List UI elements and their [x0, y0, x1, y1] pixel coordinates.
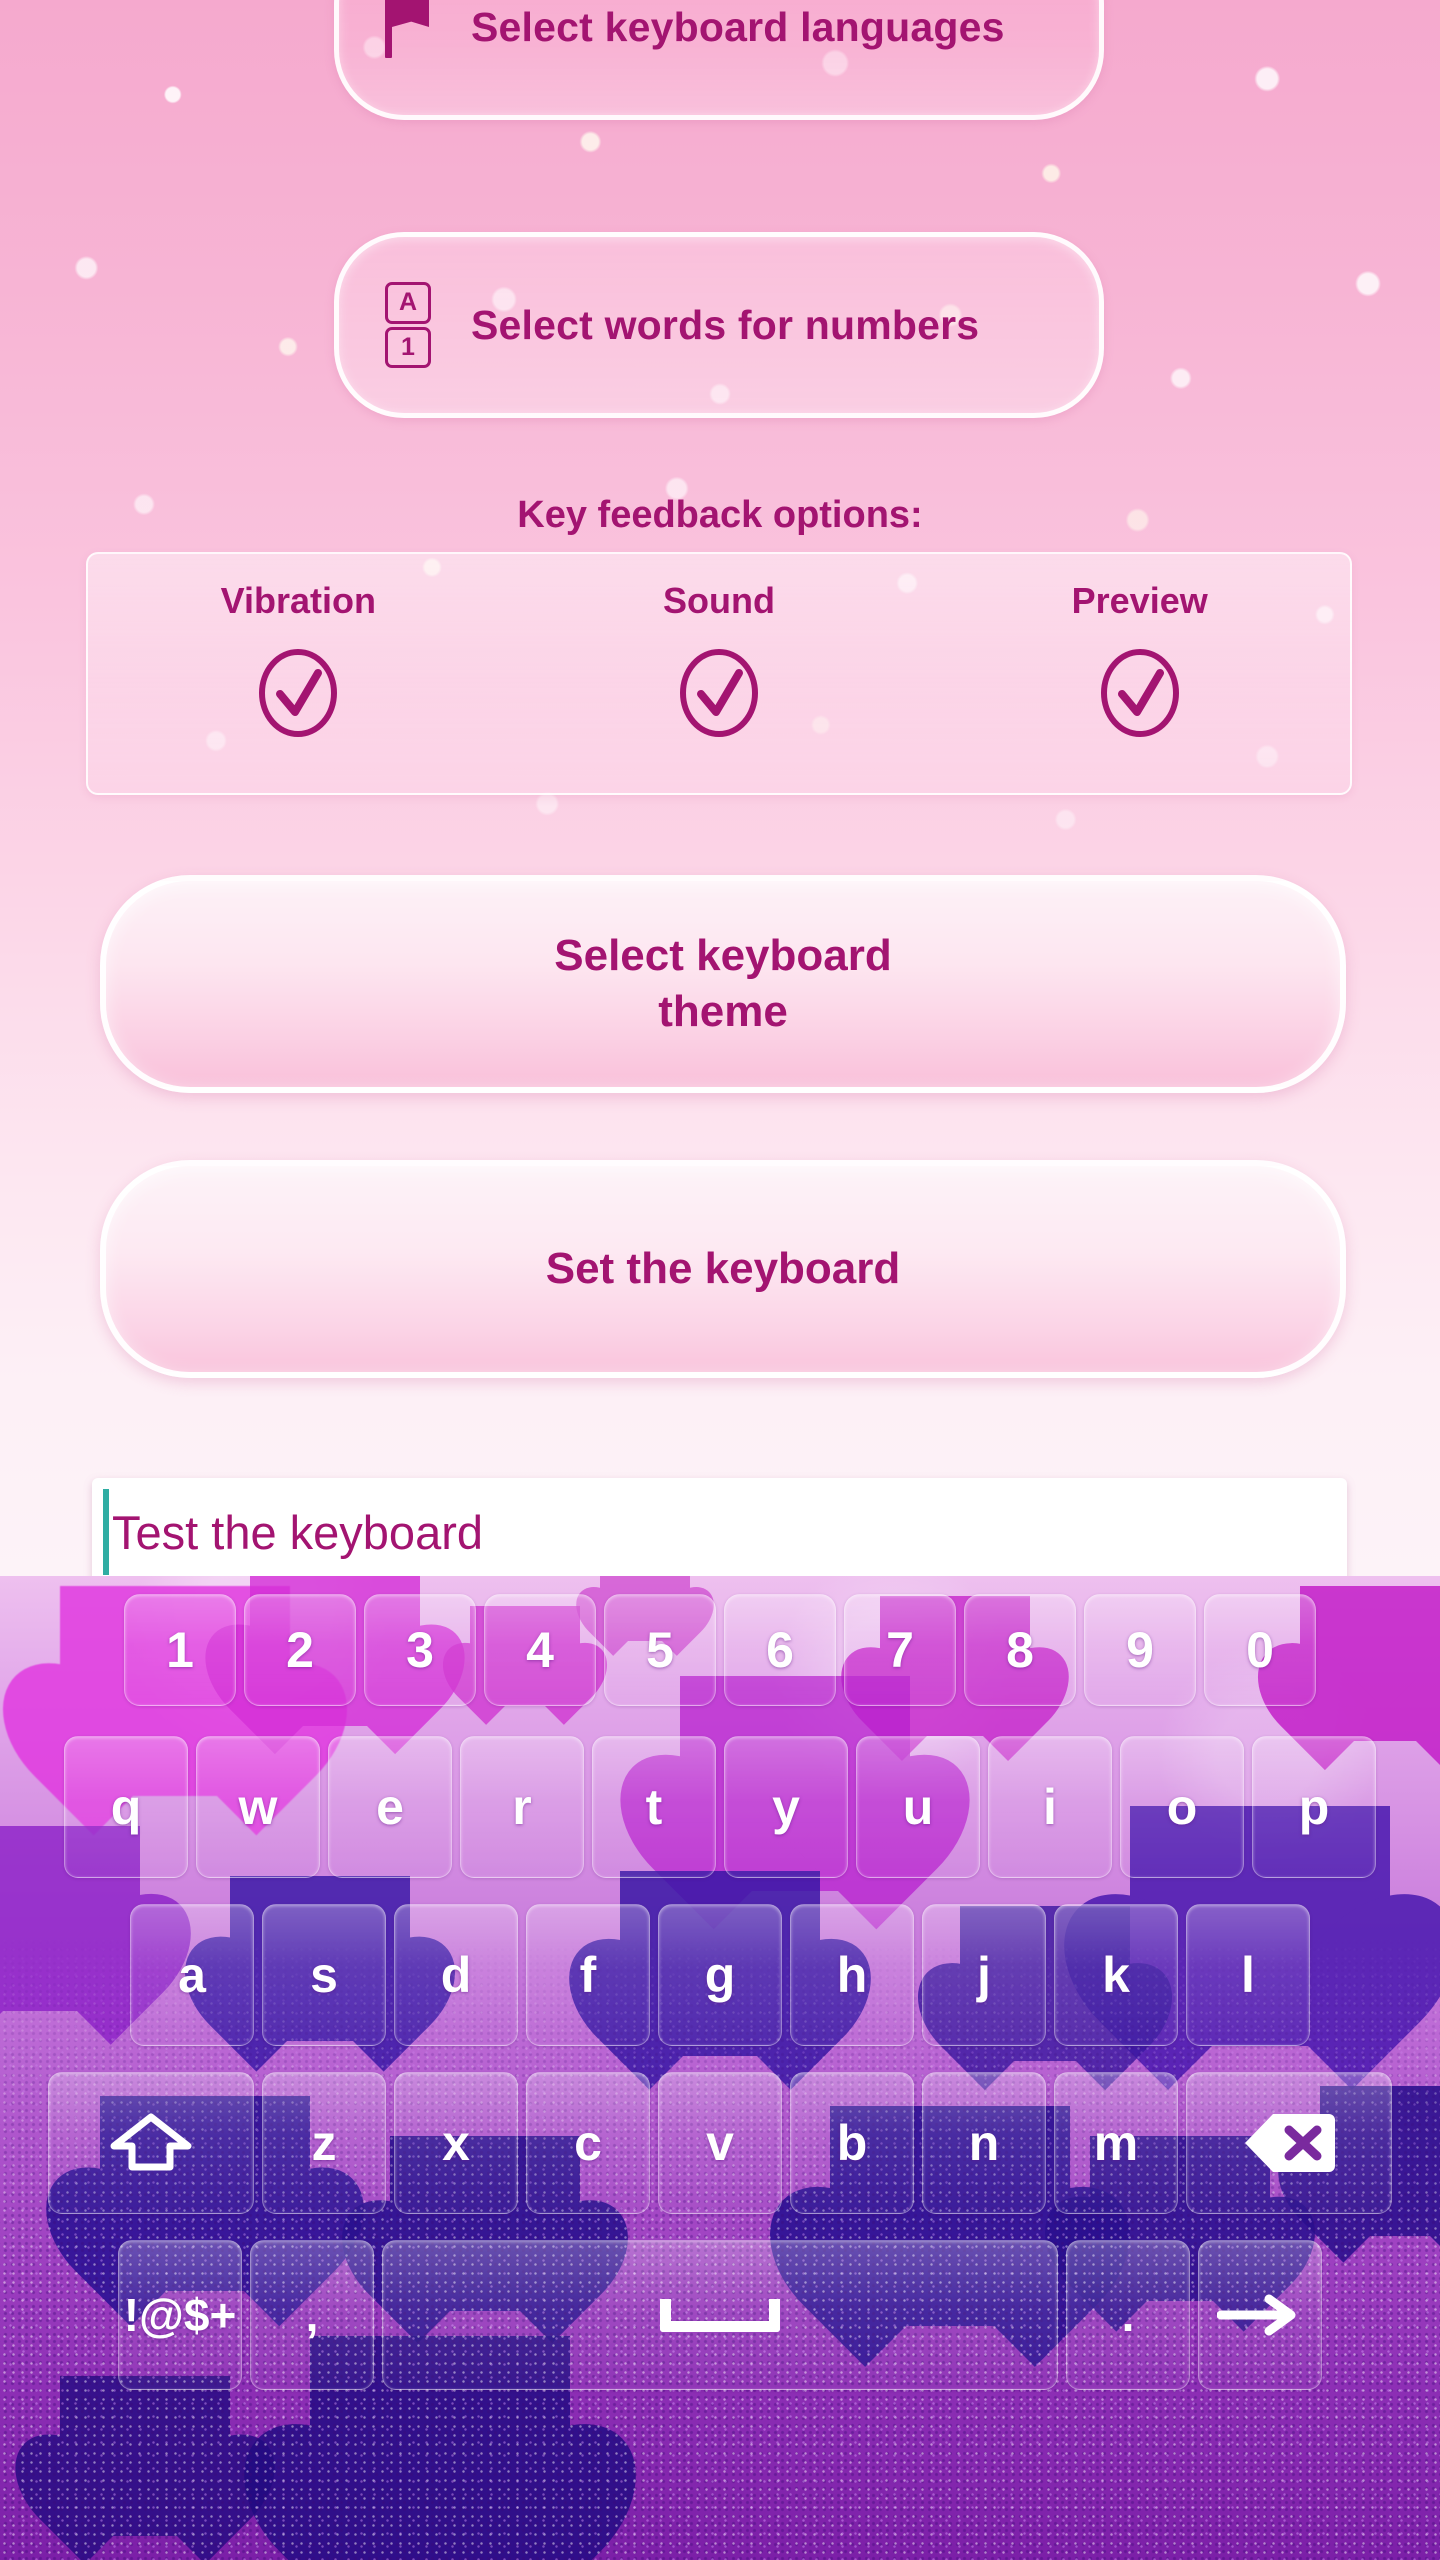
key-0[interactable]: 0: [1204, 1594, 1316, 1706]
key-9[interactable]: 9: [1084, 1594, 1196, 1706]
letter-number-icon-top: A: [385, 282, 431, 324]
backspace-key[interactable]: [1186, 2072, 1392, 2214]
letter-number-icon-bottom: 1: [385, 326, 431, 368]
keyboard-row-space: !@$+ , .: [0, 2240, 1440, 2390]
select-keyboard-theme-button[interactable]: Select keyboard theme: [100, 875, 1346, 1093]
text-caret: [103, 1489, 109, 1575]
key-h[interactable]: h: [790, 1904, 914, 2046]
check-circle-icon[interactable]: [677, 648, 761, 738]
key-feedback-option-preview[interactable]: Preview: [929, 580, 1350, 793]
key-y[interactable]: y: [724, 1736, 848, 1878]
key-a[interactable]: a: [130, 1904, 254, 2046]
sound-label: Sound: [663, 580, 775, 621]
select-words-for-numbers-label: Select words for numbers: [471, 301, 980, 348]
key-z[interactable]: z: [262, 2072, 386, 2214]
preview-label: Preview: [1071, 580, 1208, 621]
letter-number-icon: A 1: [385, 282, 431, 368]
arrow-right-icon: [1217, 2294, 1296, 2336]
keyboard-row-home: a s d f g h j k l: [0, 1904, 1440, 2046]
key-feedback-option-vibration[interactable]: Vibration: [88, 580, 509, 793]
key-b[interactable]: b: [790, 2072, 914, 2214]
set-the-keyboard-button[interactable]: Set the keyboard: [100, 1160, 1346, 1378]
key-1[interactable]: 1: [124, 1594, 236, 1706]
key-w[interactable]: w: [196, 1736, 320, 1878]
enter-key[interactable]: [1198, 2240, 1322, 2390]
key-t[interactable]: t: [592, 1736, 716, 1878]
select-keyboard-theme-label-line1: Select keyboard: [554, 930, 892, 980]
key-c[interactable]: c: [526, 2072, 650, 2214]
key-d[interactable]: d: [394, 1904, 518, 2046]
key-q[interactable]: q: [64, 1736, 188, 1878]
key-feedback-option-sound[interactable]: Sound: [509, 580, 930, 793]
key-4[interactable]: 4: [484, 1594, 596, 1706]
key-u[interactable]: u: [856, 1736, 980, 1878]
key-n[interactable]: n: [922, 2072, 1046, 2214]
key-5[interactable]: 5: [604, 1594, 716, 1706]
comma-key[interactable]: ,: [250, 2240, 374, 2390]
select-words-for-numbers-row[interactable]: A 1 Select words for numbers: [334, 232, 1104, 418]
check-circle-icon[interactable]: [1098, 648, 1182, 738]
shift-icon: [110, 2113, 192, 2171]
set-the-keyboard-label: Set the keyboard: [545, 1243, 901, 1293]
on-screen-keyboard: 1 2 3 4 5 6 7 8 9 0 q w e r t y u i o p …: [0, 1576, 1440, 2560]
key-g[interactable]: g: [658, 1904, 782, 2046]
symbols-key[interactable]: !@$+: [118, 2240, 242, 2390]
key-k[interactable]: k: [1054, 1904, 1178, 2046]
key-3[interactable]: 3: [364, 1594, 476, 1706]
key-2[interactable]: 2: [244, 1594, 356, 1706]
key-i[interactable]: i: [988, 1736, 1112, 1878]
test-keyboard-input-value: Test the keyboard: [112, 1505, 483, 1559]
test-keyboard-input[interactable]: Test the keyboard: [92, 1478, 1347, 1586]
shift-key[interactable]: [48, 2072, 254, 2214]
key-feedback-title: Key feedback options:: [517, 494, 923, 536]
key-8[interactable]: 8: [964, 1594, 1076, 1706]
key-x[interactable]: x: [394, 2072, 518, 2214]
decorative-heart: [60, 2376, 230, 2536]
key-p[interactable]: p: [1252, 1736, 1376, 1878]
select-keyboard-theme-label-line2: theme: [658, 987, 788, 1036]
flag-icon: [385, 0, 431, 58]
backspace-icon: [1245, 2114, 1335, 2172]
keyboard-row-numbers: 1 2 3 4 5 6 7 8 9 0: [0, 1594, 1440, 1706]
settings-panel: Select keyboard languages A 1 Select wor…: [0, 0, 1440, 1586]
space-key[interactable]: [382, 2240, 1058, 2390]
select-keyboard-languages-row[interactable]: Select keyboard languages: [334, 0, 1104, 120]
check-circle-icon[interactable]: [256, 648, 340, 738]
key-v[interactable]: v: [658, 2072, 782, 2214]
keyboard-row-top: q w e r t y u i o p: [0, 1736, 1440, 1878]
key-feedback-options-box: Vibration Sound Preview: [86, 552, 1352, 795]
key-f[interactable]: f: [526, 1904, 650, 2046]
key-s[interactable]: s: [262, 1904, 386, 2046]
keyboard-row-bottom: z x c v b n m: [0, 2072, 1440, 2214]
key-7[interactable]: 7: [844, 1594, 956, 1706]
key-l[interactable]: l: [1186, 1904, 1310, 2046]
key-j[interactable]: j: [922, 1904, 1046, 2046]
period-key[interactable]: .: [1066, 2240, 1190, 2390]
key-e[interactable]: e: [328, 1736, 452, 1878]
key-r[interactable]: r: [460, 1736, 584, 1878]
select-keyboard-languages-label: Select keyboard languages: [471, 3, 1005, 50]
vibration-label: Vibration: [220, 580, 377, 621]
space-icon: [660, 2298, 780, 2332]
key-6[interactable]: 6: [724, 1594, 836, 1706]
key-o[interactable]: o: [1120, 1736, 1244, 1878]
key-m[interactable]: m: [1054, 2072, 1178, 2214]
